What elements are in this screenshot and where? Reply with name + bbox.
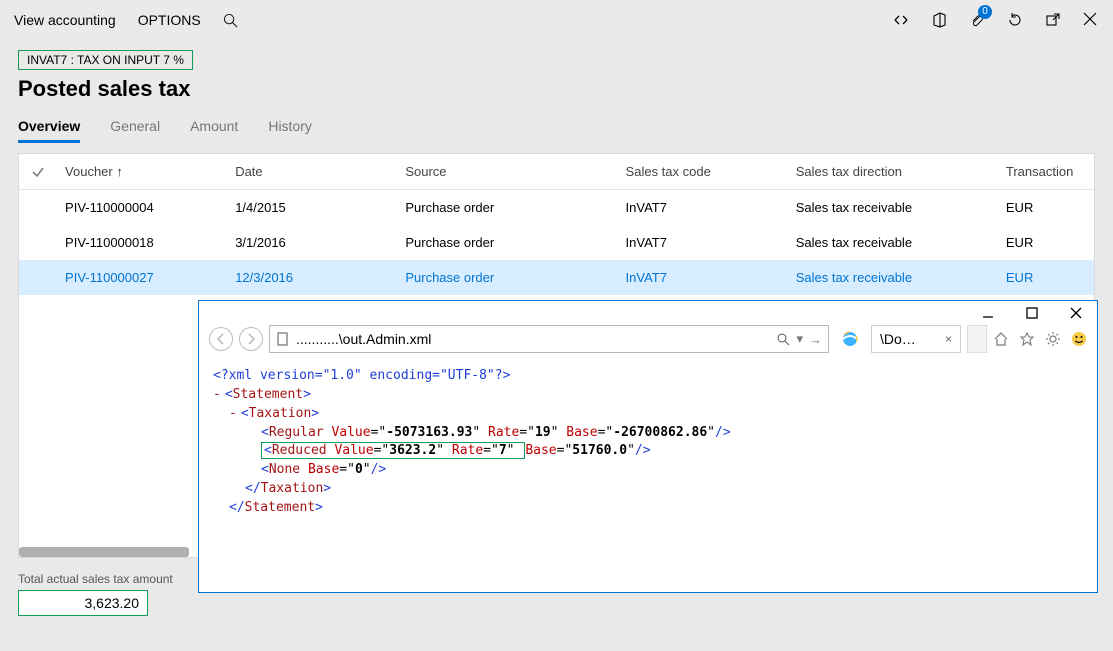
- cell-date: 12/3/2016: [223, 260, 393, 295]
- cell-date: 3/1/2016: [223, 225, 393, 260]
- col-code[interactable]: Sales tax code: [614, 154, 784, 190]
- tools-icon[interactable]: [1045, 331, 1061, 347]
- col-date[interactable]: Date: [223, 154, 393, 190]
- nav-forward-button[interactable]: [239, 327, 263, 351]
- window-minimize-button[interactable]: [981, 306, 995, 320]
- col-currency[interactable]: Transaction: [994, 154, 1094, 190]
- grid-header-row: Voucher ↑ Date Source Sales tax code Sal…: [19, 154, 1094, 190]
- command-bar: View accounting OPTIONS 0: [0, 0, 1113, 40]
- horizontal-scrollbar[interactable]: [19, 547, 189, 557]
- close-icon[interactable]: [1083, 12, 1099, 28]
- cell-direction: Sales tax receivable: [784, 225, 994, 260]
- tab-history[interactable]: History: [268, 118, 312, 143]
- nav-back-button[interactable]: [209, 327, 233, 351]
- view-accounting-button[interactable]: View accounting: [14, 12, 116, 28]
- cell-direction: Sales tax receivable: [784, 260, 994, 295]
- xml-reduced-rate: 7: [499, 443, 507, 458]
- cell-voucher: PIV-110000004: [53, 190, 223, 226]
- table-row[interactable]: PIV-110000018 3/1/2016 Purchase order In…: [19, 225, 1094, 260]
- xml-regular-value: -5073163.93: [386, 425, 472, 440]
- xml-declaration: <?xml version="1.0" encoding="UTF-8"?>: [213, 368, 510, 383]
- table-row[interactable]: PIV-110000004 1/4/2015 Purchase order In…: [19, 190, 1094, 226]
- cell-code: InVAT7: [614, 260, 784, 295]
- search-icon[interactable]: [777, 333, 790, 346]
- attachments-badge: 0: [978, 5, 992, 19]
- cell-currency: EUR: [994, 225, 1094, 260]
- refresh-icon[interactable]: [1007, 12, 1023, 28]
- cell-source: Purchase order: [393, 190, 613, 226]
- tabs: Overview General Amount History: [18, 118, 1095, 143]
- col-source[interactable]: Source: [393, 154, 613, 190]
- sort-asc-icon: ↑: [116, 164, 123, 179]
- cell-code: InVAT7: [614, 190, 784, 226]
- cell-source: Purchase order: [393, 260, 613, 295]
- favorites-icon[interactable]: [1019, 331, 1035, 347]
- go-icon[interactable]: →: [809, 332, 822, 347]
- record-chip: INVAT7 : TAX ON INPUT 7 %: [18, 50, 193, 70]
- tab-overview[interactable]: Overview: [18, 118, 80, 143]
- ie-window: ...........\out.Admin.xml ▾ → \Do… × <?x…: [198, 300, 1098, 593]
- options-button[interactable]: OPTIONS: [138, 12, 201, 28]
- browser-tab[interactable]: \Do… ×: [871, 325, 961, 353]
- cell-source: Purchase order: [393, 225, 613, 260]
- window-close-button[interactable]: [1069, 306, 1083, 320]
- office-icon[interactable]: [931, 12, 947, 28]
- cell-voucher: PIV-110000027: [53, 260, 223, 295]
- connector-icon[interactable]: [893, 12, 909, 28]
- address-url: ...........\out.Admin.xml: [296, 331, 777, 347]
- xml-content: <?xml version="1.0" encoding="UTF-8"?> -…: [199, 357, 1097, 528]
- col-voucher-label: Voucher: [65, 164, 113, 179]
- file-icon: [276, 332, 290, 346]
- tab-general[interactable]: General: [110, 118, 160, 143]
- popout-icon[interactable]: [1045, 12, 1061, 28]
- cell-direction: Sales tax receivable: [784, 190, 994, 226]
- xml-reduced-base: 51760.0: [572, 443, 627, 458]
- cell-date: 1/4/2015: [223, 190, 393, 226]
- table-row[interactable]: PIV-110000027 12/3/2016 Purchase order I…: [19, 260, 1094, 295]
- dropdown-icon[interactable]: ▾: [796, 331, 803, 347]
- attachments-icon[interactable]: 0: [969, 12, 985, 28]
- xml-regular-rate: 19: [535, 425, 551, 440]
- browser-tab-title: \Do…: [880, 331, 916, 347]
- cell-currency: EUR: [994, 260, 1094, 295]
- select-all-checkbox[interactable]: [19, 154, 53, 190]
- xml-reduced-highlight: <Reduced Value="3623.2" Rate="7": [261, 442, 525, 459]
- address-bar[interactable]: ...........\out.Admin.xml ▾ →: [269, 325, 829, 353]
- xml-reduced-value: 3623.2: [389, 443, 436, 458]
- page-title: Posted sales tax: [18, 76, 1095, 102]
- xml-none-base: 0: [355, 462, 363, 477]
- total-value: 3,623.20: [18, 590, 148, 616]
- cell-currency: EUR: [994, 190, 1094, 226]
- new-tab-button[interactable]: [967, 325, 987, 353]
- smiley-icon[interactable]: [1071, 331, 1087, 347]
- tab-amount[interactable]: Amount: [190, 118, 238, 143]
- cell-voucher: PIV-110000018: [53, 225, 223, 260]
- window-maximize-button[interactable]: [1025, 306, 1039, 320]
- col-voucher[interactable]: Voucher ↑: [53, 154, 223, 190]
- cell-code: InVAT7: [614, 225, 784, 260]
- tab-close-icon[interactable]: ×: [945, 332, 952, 346]
- home-icon[interactable]: [993, 331, 1009, 347]
- col-direction[interactable]: Sales tax direction: [784, 154, 994, 190]
- ie-logo-icon: [841, 330, 859, 348]
- xml-regular-base: -26700862.86: [613, 425, 707, 440]
- search-icon[interactable]: [223, 13, 238, 28]
